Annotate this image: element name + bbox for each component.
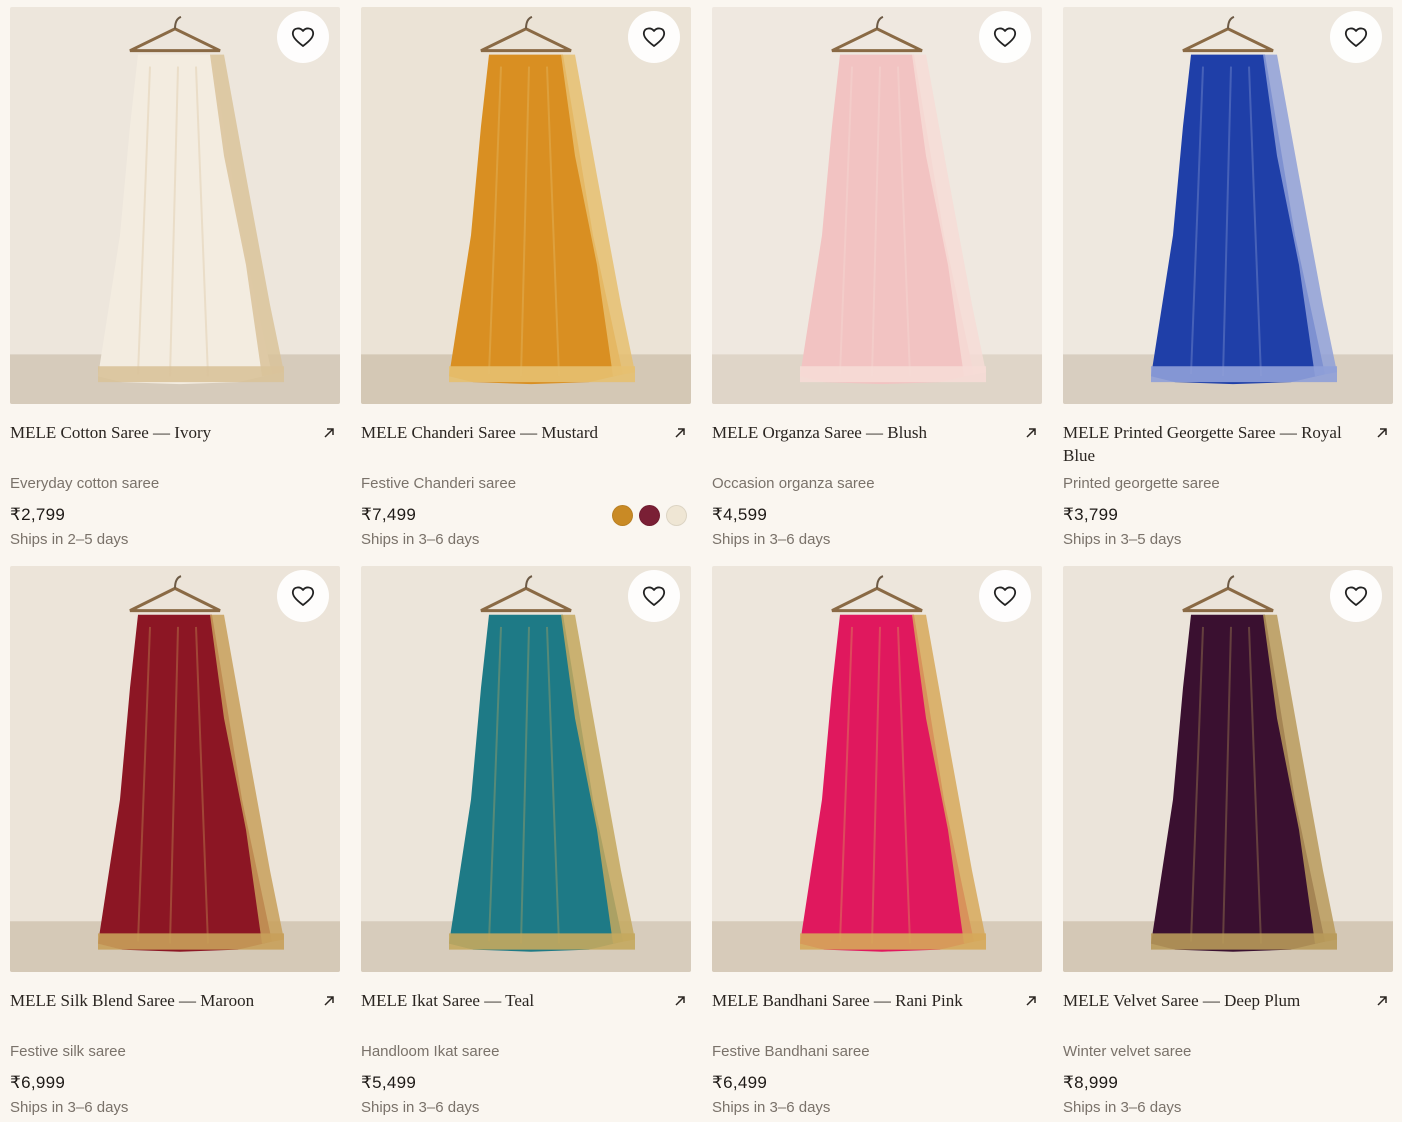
product-price: ₹2,799 [10,505,66,524]
saree-photo [361,7,691,404]
wishlist-button[interactable] [277,11,329,63]
color-swatch[interactable] [612,504,633,526]
product-image[interactable] [1063,7,1393,404]
shipping-info: Ships in 3–6 days [712,531,831,548]
arrow-up-right-icon[interactable] [673,994,687,1008]
product-title[interactable]: MELE Velvet Saree — Deep Plum [1063,989,1358,1012]
saree-photo [1063,7,1393,404]
product-subtitle: Festive Chanderi saree [361,475,517,492]
color-swatch[interactable] [666,504,687,526]
color-swatch[interactable] [639,504,660,526]
arrow-up-right-icon[interactable] [1375,426,1389,440]
product-subtitle: Everyday cotton saree [10,475,160,492]
saree-photo [1063,566,1393,972]
wishlist-button[interactable] [1330,570,1382,622]
heart-outline-icon [1344,27,1368,47]
product-image[interactable] [10,7,340,404]
shipping-info: Ships in 3–6 days [712,1099,831,1116]
product-subtitle: Handloom Ikat saree [361,1043,500,1060]
arrow-up-right-icon[interactable] [322,426,336,440]
product-title[interactable]: MELE Organza Saree — Blush [712,421,1007,444]
saree-photo [712,566,1042,972]
product-subtitle: Occasion organza saree [712,475,875,492]
product-price: ₹8,999 [1063,1073,1119,1092]
product-image[interactable] [1063,566,1393,972]
wishlist-button[interactable] [277,570,329,622]
arrow-up-right-icon[interactable] [322,994,336,1008]
product-card[interactable]: MELE Bandhani Saree — Rani Pink Festive … [712,566,1042,1122]
product-image[interactable] [712,566,1042,972]
saree-photo [10,566,340,972]
saree-photo [10,7,340,404]
product-subtitle: Winter velvet saree [1063,1043,1192,1060]
product-card[interactable]: MELE Chanderi Saree — Mustard Festive Ch… [361,7,691,566]
product-price: ₹5,499 [361,1073,417,1092]
heart-outline-icon [993,27,1017,47]
product-price: ₹4,599 [712,505,768,524]
product-card[interactable]: MELE Cotton Saree — Ivory Everyday cotto… [10,7,340,566]
product-title[interactable]: MELE Cotton Saree — Ivory [10,421,305,444]
product-card[interactable]: MELE Printed Georgette Saree — Royal Blu… [1063,7,1393,566]
shipping-info: Ships in 3–5 days [1063,531,1182,548]
heart-outline-icon [1344,586,1368,606]
product-image[interactable] [361,566,691,972]
product-card[interactable]: MELE Ikat Saree — Teal Handloom Ikat sar… [361,566,691,1122]
product-image[interactable] [712,7,1042,404]
product-title[interactable]: MELE Chanderi Saree — Mustard [361,421,656,444]
heart-outline-icon [993,586,1017,606]
shipping-info: Ships in 3–6 days [361,1099,480,1116]
product-price: ₹3,799 [1063,505,1119,524]
product-card[interactable]: MELE Silk Blend Saree — Maroon Festive s… [10,566,340,1122]
product-title[interactable]: MELE Silk Blend Saree — Maroon [10,989,305,1012]
wishlist-button[interactable] [1330,11,1382,63]
heart-outline-icon [642,586,666,606]
product-title[interactable]: MELE Printed Georgette Saree — Royal Blu… [1063,421,1358,467]
product-subtitle: Printed georgette saree [1063,475,1220,492]
heart-outline-icon [642,27,666,47]
heart-outline-icon [291,586,315,606]
product-subtitle: Festive silk saree [10,1043,126,1060]
heart-outline-icon [291,27,315,47]
product-price: ₹6,499 [712,1073,768,1092]
arrow-up-right-icon[interactable] [1375,994,1389,1008]
product-subtitle: Festive Bandhani saree [712,1043,870,1060]
product-price: ₹6,999 [10,1073,66,1092]
saree-photo [361,566,691,972]
shipping-info: Ships in 2–5 days [10,531,129,548]
wishlist-button[interactable] [979,570,1031,622]
shipping-info: Ships in 3–6 days [10,1099,129,1116]
wishlist-button[interactable] [628,11,680,63]
shipping-info: Ships in 3–6 days [1063,1099,1182,1116]
wishlist-button[interactable] [979,11,1031,63]
product-title[interactable]: MELE Bandhani Saree — Rani Pink [712,989,1007,1012]
color-swatches [612,504,687,526]
saree-photo [712,7,1042,404]
arrow-up-right-icon[interactable] [673,426,687,440]
arrow-up-right-icon[interactable] [1024,426,1038,440]
product-image[interactable] [10,566,340,972]
product-image[interactable] [361,7,691,404]
arrow-up-right-icon[interactable] [1024,994,1038,1008]
shipping-info: Ships in 3–6 days [361,531,480,548]
product-card[interactable]: MELE Organza Saree — Blush Occasion orga… [712,7,1042,566]
product-card[interactable]: MELE Velvet Saree — Deep Plum Winter vel… [1063,566,1393,1122]
product-price: ₹7,499 [361,505,417,524]
product-title[interactable]: MELE Ikat Saree — Teal [361,989,656,1012]
wishlist-button[interactable] [628,570,680,622]
